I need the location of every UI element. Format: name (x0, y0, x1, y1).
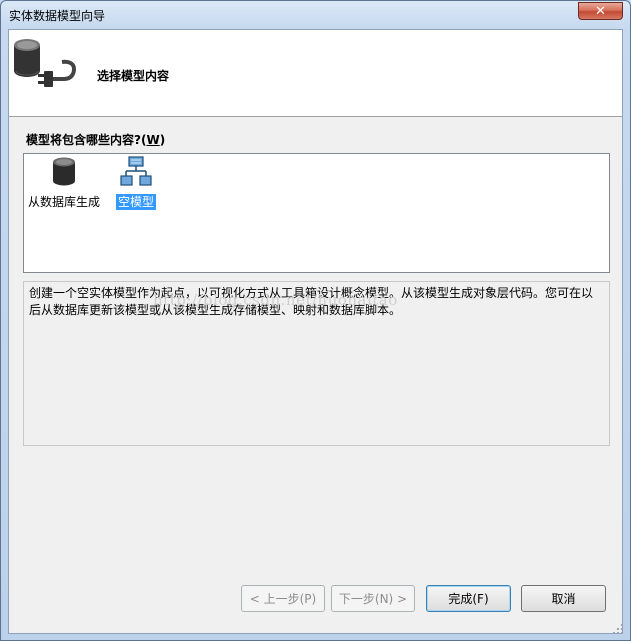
window-title: 实体数据模型向导 (9, 9, 106, 23)
database-icon (26, 156, 102, 192)
option-label-from-database: 从数据库生成 (27, 195, 100, 209)
wizard-window: 实体数据模型向导 ✕ 选择模型内容 模型将包含哪些内容?(W) 从数据库生成 空… (0, 0, 631, 641)
page-title: 选择模型内容 (97, 69, 170, 83)
finish-button[interactable]: 完成(F) (426, 585, 511, 612)
empty-model-icon (114, 156, 158, 192)
watermark-text: http://blog.csdn.net/huohaitao (153, 291, 398, 309)
previous-button[interactable]: < 上一步(P) (241, 585, 325, 612)
resize-grip[interactable] (612, 623, 622, 633)
close-icon: ✕ (595, 3, 606, 19)
title-bar[interactable]: 实体数据模型向导 ✕ (1, 1, 630, 29)
content-question-label: 模型将包含哪些内容?(W) (26, 133, 166, 147)
option-empty-model[interactable]: 空模型 (114, 156, 158, 210)
option-generate-from-database[interactable]: 从数据库生成 (26, 156, 102, 210)
wizard-client-area: 选择模型内容 模型将包含哪些内容?(W) 从数据库生成 空模型 创建一个空实体模… (8, 29, 623, 634)
wizard-header: 选择模型内容 (9, 30, 622, 117)
model-content-list[interactable]: 从数据库生成 空模型 (23, 153, 610, 273)
next-button[interactable]: 下一步(N) > (331, 585, 415, 612)
close-button[interactable]: ✕ (578, 2, 623, 20)
cancel-button[interactable]: 取消 (521, 585, 606, 612)
option-label-empty-model: 空模型 (115, 194, 156, 210)
database-plug-icon (12, 35, 78, 94)
